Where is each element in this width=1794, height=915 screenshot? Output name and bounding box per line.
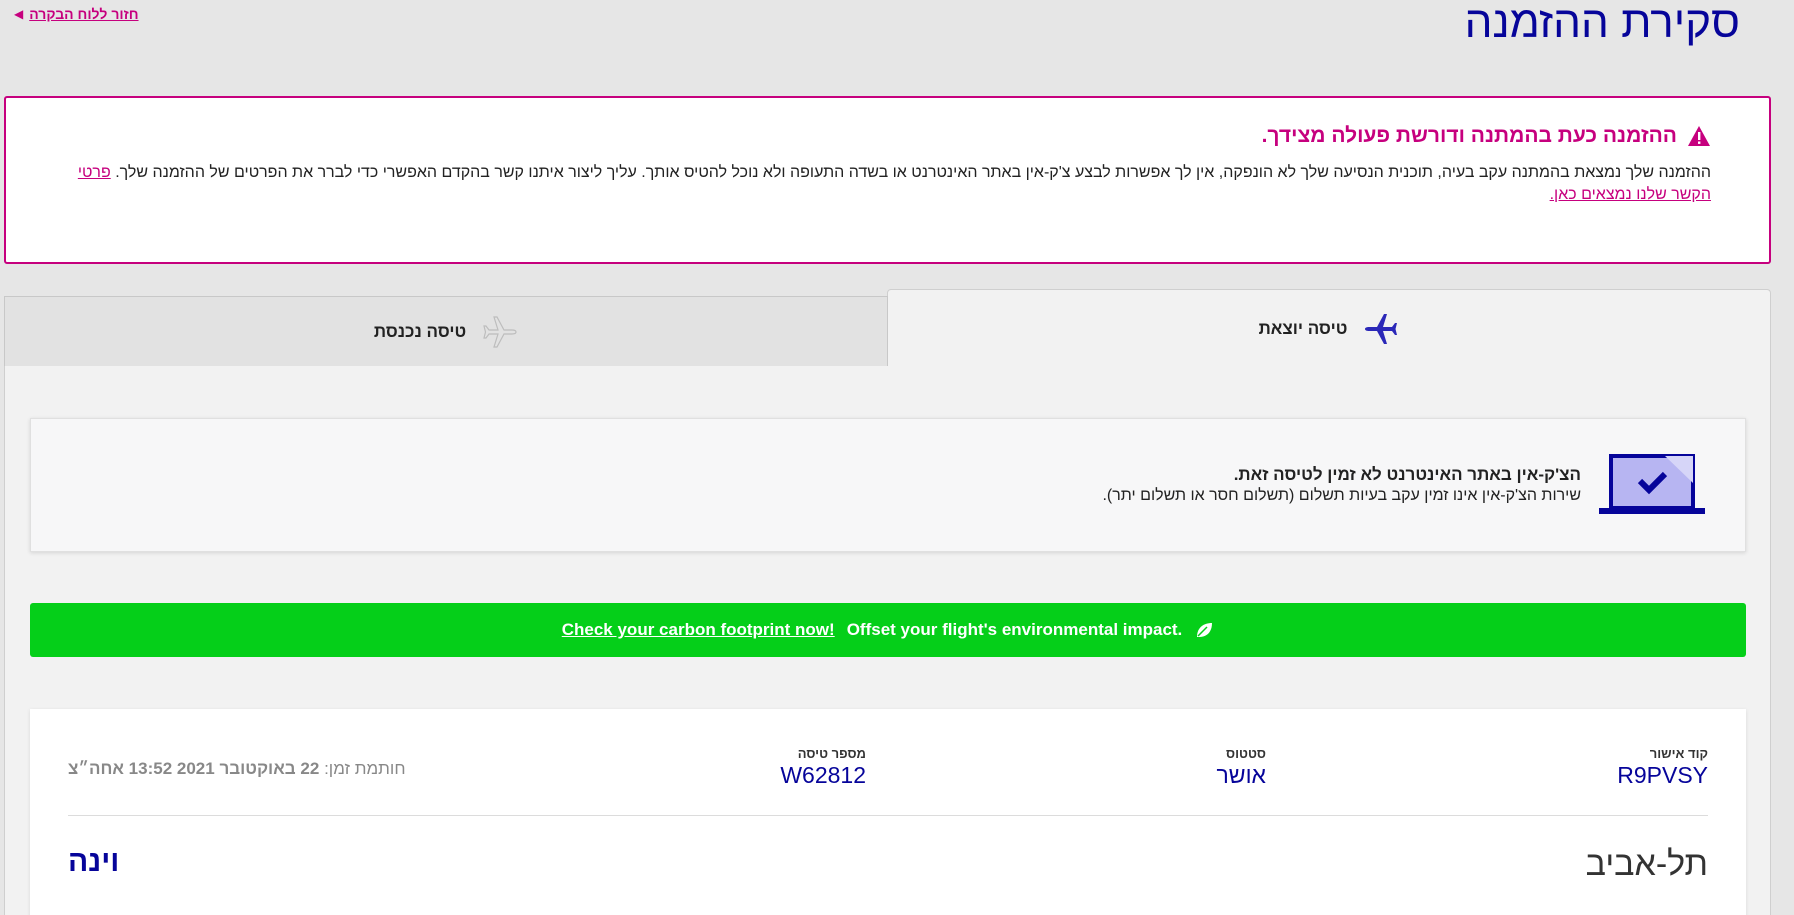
confirmation-code-label: קוד אישור [1649,746,1708,761]
tab-outbound-label: טיסה יוצאת [1258,318,1348,338]
carbon-footprint-link[interactable]: Check your carbon footprint now! [562,620,835,640]
page-title: סקירת ההזמנה [1464,0,1740,47]
pending-booking-alert: ההזמנה כעת בהמתנה ודורשת פעולה מצידך. הה… [4,96,1771,264]
booking-timestamp: חותמת זמן: 22 באוקטובר 2021 13:52 אחה״צ [68,759,406,779]
caret-left-icon: ◀ [14,7,24,21]
alert-title: ההזמנה כעת בהמתנה ודורשת פעולה מצידך. [1261,124,1677,147]
leaf-icon [1197,623,1213,637]
alert-body: ההזמנה שלך נמצאת בהמתנה עקב בעיה, תוכנית… [46,162,1711,206]
airplane-icon [483,315,517,348]
card-divider [68,815,1708,816]
laptop-check-icon [1599,454,1705,514]
checkin-subtitle: שירות הצ'ק-אין אינו זמין עקב בעיות תשלום… [1102,487,1581,504]
booking-overview-page: סקירת ההזמנה ◀ חזור ללוח הבקרה ההזמנה כע… [0,0,1794,915]
timestamp-label: חותמת זמן: [324,759,406,778]
confirmation-code: קוד אישור R9PVSY [1617,746,1708,788]
flight-number: מספר טיסה W62812 [780,746,866,788]
warning-icon [1688,126,1710,146]
alert-body-text: ההזמנה שלך נמצאת בהמתנה עקב בעיה, תוכנית… [115,164,1711,181]
flight-number-label: מספר טיסה [797,746,866,761]
departure-city: תל-אביב [1585,845,1708,883]
tab-outbound-flight[interactable]: טיסה יוצאת [887,289,1771,367]
booking-status: סטטוס אושר [1217,746,1267,788]
checkin-title: הצ'ק-אין באתר האינטרנט לא זמין לטיסה זאת… [1233,465,1581,484]
confirmation-code-value: R9PVSY [1617,762,1708,788]
tab-inbound-label: טיסה נכנסת [373,321,467,341]
back-to-dashboard-link[interactable]: ◀ חזור ללוח הבקרה [4,6,139,22]
outbound-flight-panel: הצ'ק-אין באתר האינטרנט לא זמין לטיסה זאת… [4,366,1771,915]
timestamp-value: 22 באוקטובר 2021 13:52 אחה״צ [68,759,320,778]
carbon-text: Offset your flight's environmental impac… [846,620,1183,639]
flight-number-value: W62812 [780,762,866,788]
checkin-unavailable-notice: הצ'ק-אין באתר האינטרנט לא זמין לטיסה זאת… [30,418,1746,552]
carbon-offset-banner: Offset your flight's environmental impac… [30,603,1746,657]
alert-title-row: ההזמנה כעת בהמתנה ודורשת פעולה מצידך. [46,124,1711,148]
booking-details-card: קוד אישור R9PVSY סטטוס אושר מספר טיסה W6… [30,709,1746,915]
status-label: סטטוס [1226,746,1266,761]
flight-tabs: טיסה יוצאת טיסה נכנסת [4,289,1771,367]
checkin-text: הצ'ק-אין באתר האינטרנט לא זמין לטיסה זאת… [1102,464,1581,506]
back-link-label: חזור ללוח הבקרה [29,6,139,22]
arrival-city: וינה [68,845,120,878]
airplane-icon [1365,313,1398,344]
tab-inbound-flight[interactable]: טיסה נכנסת [4,296,888,367]
status-value: אושר [1216,762,1267,788]
